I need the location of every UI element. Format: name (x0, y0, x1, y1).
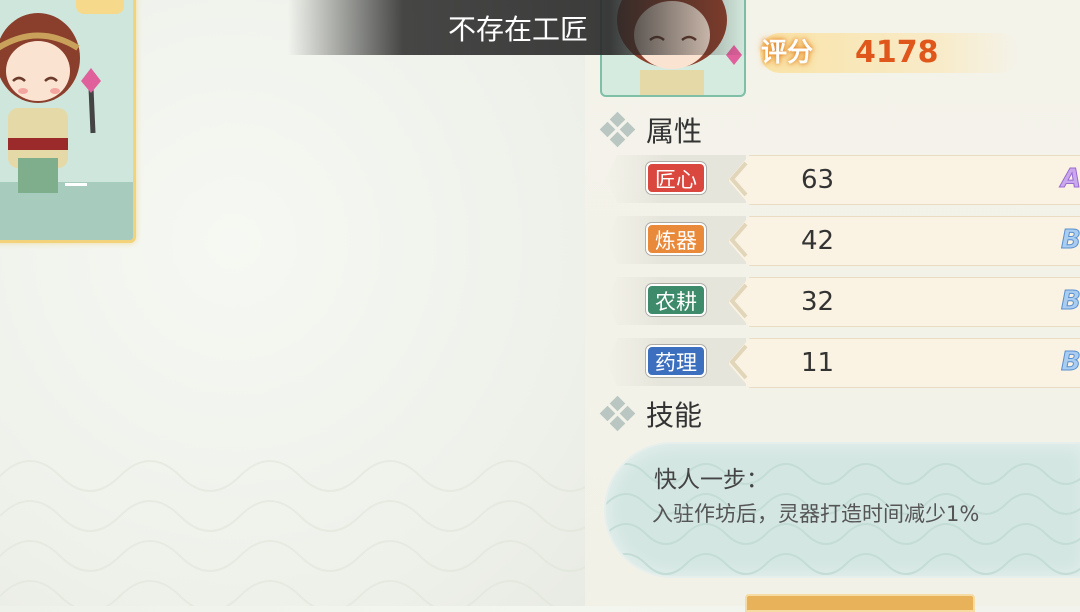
attributes-title: 属性 (646, 115, 703, 148)
attribute-tag: 炼器 (646, 223, 706, 255)
skills-title: 技能 (646, 399, 703, 432)
attribute-value: 11 (801, 348, 835, 378)
attribute-tag: 农耕 (646, 284, 706, 316)
skills-header: 技能 (599, 394, 703, 434)
character-avatar (0, 13, 101, 193)
attribute-value: 32 (801, 287, 835, 317)
diamond-cluster-icon (599, 395, 636, 432)
toast-text: 不存在工匠 (447, 12, 588, 46)
wave-pattern (0, 460, 585, 606)
grade-icon: B (1061, 225, 1080, 256)
chevron-left-icon (729, 222, 748, 258)
attribute-tag: 匠心 (646, 162, 706, 194)
card-dash (65, 183, 87, 186)
attribute-row-medicine: 药理 11 B (606, 338, 1080, 388)
attribute-tag: 药理 (646, 345, 706, 377)
score-label: 评分 (760, 38, 813, 68)
skill-card: 快人一步： 入驻作坊后，灵器打造时间减少1% (604, 442, 1080, 578)
attribute-value: 42 (801, 226, 835, 256)
attribute-row-craft: 匠心 63 A (606, 155, 1080, 205)
attribute-row-farming: 农耕 32 B (606, 277, 1080, 327)
grade-icon: A (1061, 164, 1080, 195)
skill-name: 快人一步： (654, 467, 769, 493)
attribute-value: 63 (801, 165, 835, 195)
diamond-cluster-icon (599, 111, 636, 148)
score-value: 4178 (855, 35, 939, 70)
toast-message: 不存在工匠 (288, 0, 748, 55)
chevron-left-icon (729, 344, 748, 380)
attributes-header: 属性 (599, 110, 703, 150)
chevron-left-icon (729, 283, 748, 319)
card-badge (76, 0, 124, 14)
chevron-left-icon (729, 161, 748, 197)
character-card[interactable] (0, 0, 136, 243)
attribute-row-refining: 炼器 42 B (606, 216, 1080, 266)
grade-icon: B (1061, 286, 1080, 317)
skill-description: 入驻作坊后，灵器打造时间减少1% (652, 502, 980, 526)
action-button[interactable] (745, 594, 975, 612)
grade-icon: B (1061, 347, 1080, 378)
